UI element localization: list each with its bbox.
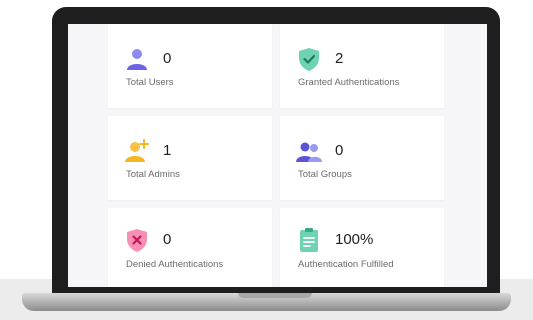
laptop-notch — [238, 293, 312, 298]
total-users-label: Total Users — [126, 77, 174, 88]
shield-x-icon — [127, 229, 147, 252]
total-groups-card: 0 Total Groups — [280, 116, 444, 200]
denied-authentications-value: 0 — [163, 231, 172, 248]
total-users-card: 0 Total Users — [108, 24, 272, 108]
authentication-fulfilled-card: 100% Authentication Fulfilled — [280, 208, 444, 287]
total-admins-value: 1 — [163, 142, 172, 159]
authentication-fulfilled-value: 100% — [335, 231, 374, 248]
denied-authentications-card: 0 Denied Authentications — [108, 208, 272, 287]
user-icon — [127, 49, 147, 70]
authentication-fulfilled-label: Authentication Fulfilled — [298, 259, 394, 270]
dashboard-screen: 0 Total Users 2 Granted Authentications … — [68, 24, 487, 287]
group-icon — [296, 142, 322, 162]
granted-authentications-label: Granted Authentications — [298, 77, 400, 88]
total-groups-value: 0 — [335, 142, 344, 159]
granted-authentications-card: 2 Granted Authentications — [280, 24, 444, 108]
add-user-icon — [125, 139, 149, 162]
total-admins-card: 1 Total Admins — [108, 116, 272, 200]
shield-check-icon — [299, 48, 319, 71]
denied-authentications-label: Denied Authentications — [126, 259, 224, 270]
total-groups-label: Total Groups — [298, 169, 352, 180]
granted-authentications-value: 2 — [335, 50, 344, 67]
clipboard-icon — [300, 228, 318, 252]
total-admins-label: Total Admins — [126, 169, 180, 180]
total-users-value: 0 — [163, 50, 172, 67]
